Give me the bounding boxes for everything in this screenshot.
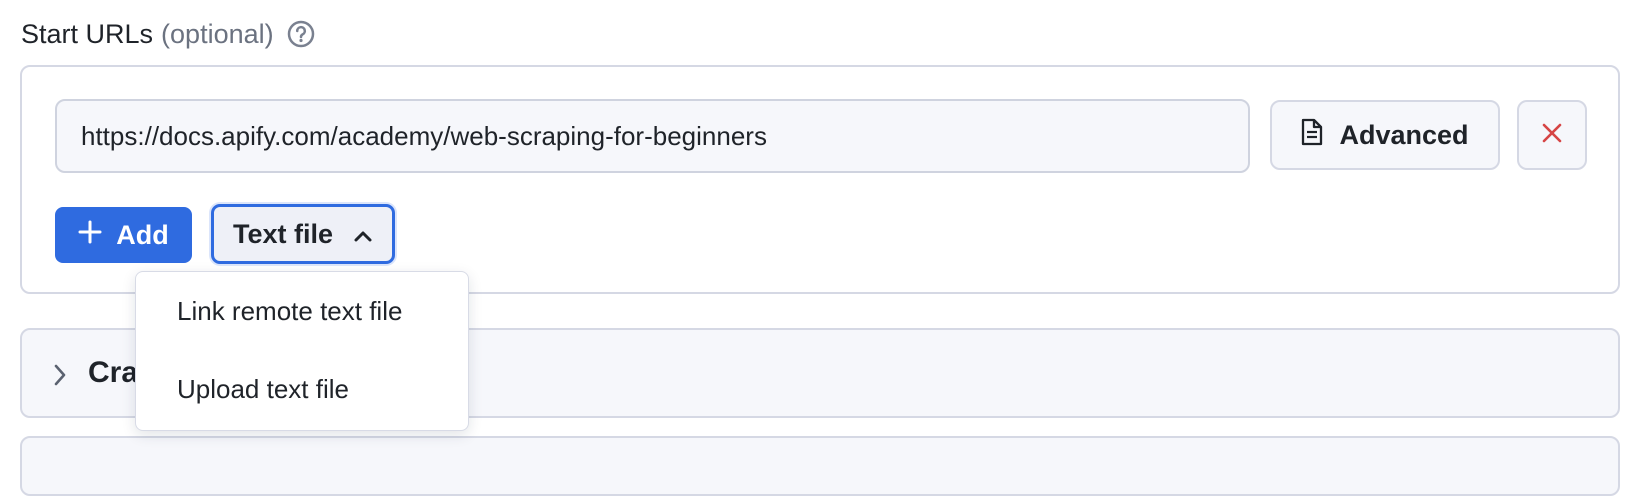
close-icon (1541, 122, 1563, 149)
chevron-right-icon (50, 362, 70, 388)
url-input[interactable] (55, 99, 1250, 173)
optional-hint: (optional) (161, 18, 274, 49)
plus-icon (78, 220, 102, 251)
advanced-label: Advanced (1339, 119, 1469, 150)
document-icon (1301, 118, 1323, 153)
text-file-dropdown-menu: Link remote text file Upload text file (135, 271, 469, 431)
advanced-button[interactable]: Advanced (1270, 100, 1500, 170)
add-button[interactable]: Add (55, 207, 192, 263)
collapsed-section[interactable] (20, 436, 1620, 496)
start-urls-panel: Advanced Add Text file (20, 65, 1620, 294)
menu-item-link-remote-text-file[interactable]: Link remote text file (136, 272, 468, 350)
text-file-dropdown-button[interactable]: Text file (211, 204, 395, 264)
remove-url-button[interactable] (1517, 100, 1587, 170)
text-file-label: Text file (232, 218, 334, 249)
section-title: Cra (88, 356, 139, 389)
menu-item-upload-text-file[interactable]: Upload text file (136, 350, 468, 428)
chevron-up-icon (353, 219, 373, 250)
add-label: Add (116, 219, 169, 250)
start-urls-label: Start URLs (optional) (21, 16, 316, 52)
field-label-text: Start URLs (21, 18, 154, 49)
question-circle-icon[interactable] (286, 19, 316, 49)
